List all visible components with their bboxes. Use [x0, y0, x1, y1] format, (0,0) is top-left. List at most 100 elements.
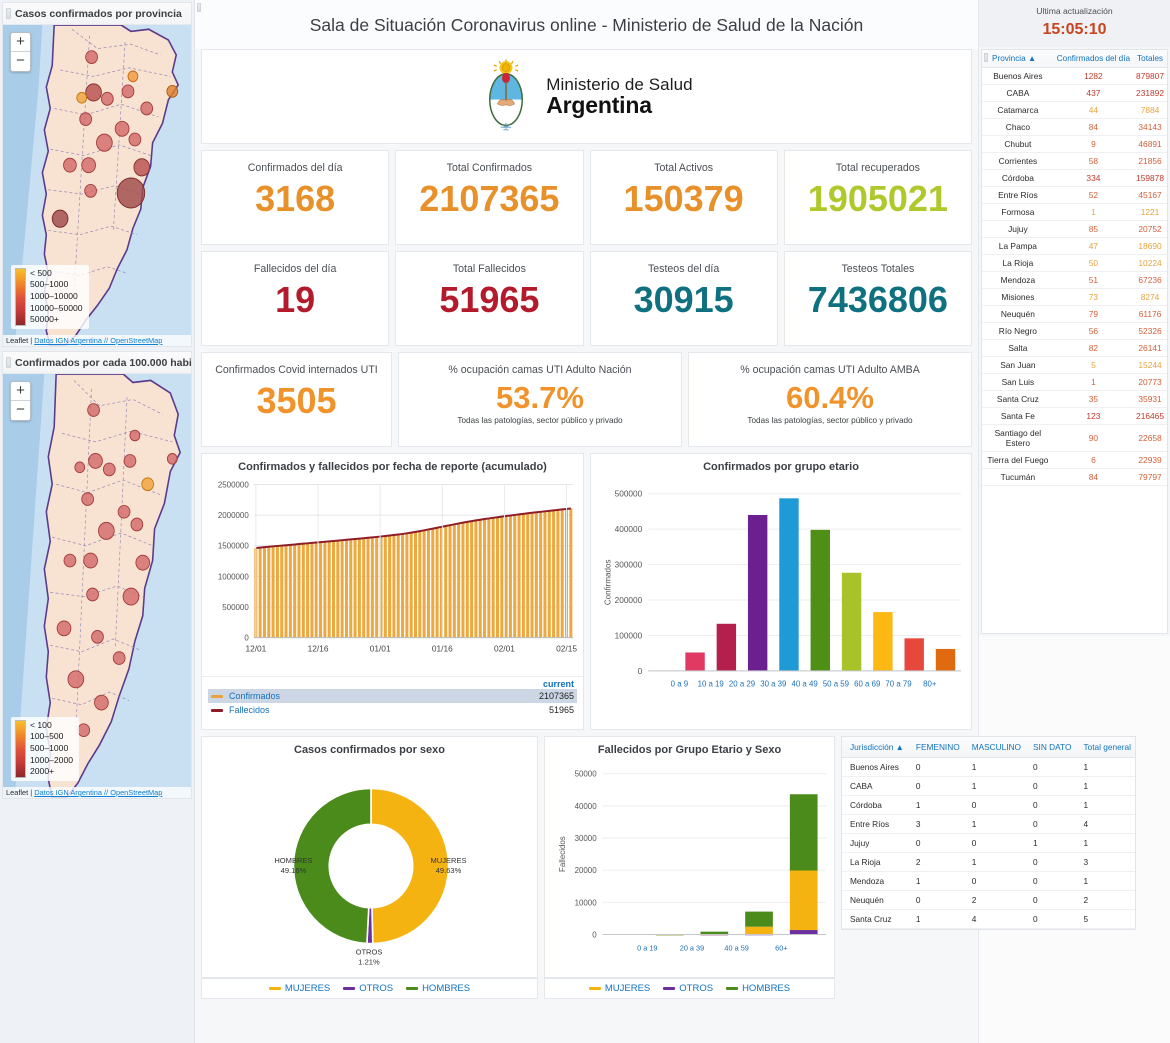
- legend-swatch: [268, 987, 281, 990]
- table-row[interactable]: Santa Fe 123 216465: [982, 407, 1167, 425]
- zoom-out-icon[interactable]: −: [11, 401, 30, 420]
- table-row[interactable]: Río Negro 56 52326: [982, 322, 1167, 340]
- table-row[interactable]: Mendoza 51 67236: [982, 271, 1167, 289]
- legend-item-mujeres[interactable]: MUJERES: [588, 983, 650, 994]
- table-row[interactable]: Buenos Aires 1282 879807: [982, 67, 1167, 85]
- cell-total: 4: [1075, 814, 1135, 834]
- table-row[interactable]: Salta 82 26141: [982, 339, 1167, 357]
- stacked-bar-chart-fallecidos: 0 10000 20000 30000 40000 50000 0 a 19 20 a 39 4…: [558, 770, 827, 952]
- table-row[interactable]: Neuquén 0 2 0 2: [842, 890, 1135, 910]
- attribution-link[interactable]: Datos IGN Argentina // OpenStreetMap: [34, 788, 162, 797]
- kpi-testeos-del-dia[interactable]: Testeos del día 30915: [589, 251, 778, 346]
- chart-body-casos-por-sexo[interactable]: MUJERES 49.63% HOMBRES 49.16% OTROS 1.21%: [202, 759, 537, 977]
- legend-item-hombres[interactable]: HOMBRES: [726, 983, 790, 994]
- chart-body-fallecidos-etario[interactable]: 0 10000 20000 30000 40000 50000 0 a 19 20 a 39 4…: [545, 759, 834, 977]
- table-row[interactable]: Córdoba 334 159878: [982, 169, 1167, 187]
- kpi-total-fallecidos[interactable]: Total Fallecidos 51965: [395, 251, 584, 346]
- cell-confirmados-dia: 51: [1053, 271, 1134, 289]
- svg-text:1.21%: 1.21%: [358, 957, 380, 966]
- cell-provincia: Salta: [982, 339, 1054, 357]
- table-row[interactable]: Neuquén 79 61176: [982, 305, 1167, 323]
- zoom-in-icon[interactable]: +: [11, 33, 30, 52]
- zoom-in-icon[interactable]: +: [11, 382, 30, 401]
- column-grip-icon[interactable]: [984, 53, 988, 62]
- attribution-link[interactable]: Datos IGN Argentina // OpenStreetMap: [34, 336, 162, 345]
- kpi-uti-ocupacion-amba[interactable]: % ocupación camas UTI Adulto AMBA 60.4% …: [688, 352, 972, 447]
- kpi-total-activos[interactable]: Total Activos 150379: [589, 150, 778, 245]
- kpi-confirmados-del-dia[interactable]: Confirmados del día 3168: [201, 150, 390, 245]
- table-row[interactable]: Mendoza 1 0 0 1: [842, 871, 1135, 891]
- chart-body-grupo-etario[interactable]: 0 100000 200000 300000 400000 500000 0 a 9 10 a…: [591, 476, 971, 729]
- table-row[interactable]: Entre Ríos 3 1 0 4: [842, 814, 1135, 834]
- table-row[interactable]: CABA 0 1 0 1: [842, 776, 1135, 796]
- col-sin-dato[interactable]: SIN DATO: [1025, 737, 1076, 758]
- map-title-1-text: Casos confirmados por provincia: [15, 8, 182, 20]
- table-row[interactable]: La Rioja 2 1 0 3: [842, 852, 1135, 872]
- cell-femenino: 3: [907, 814, 964, 834]
- cell-confirmados-dia: 1: [1053, 203, 1134, 221]
- table-row[interactable]: Buenos Aires 0 1 0 1: [842, 757, 1135, 777]
- map-canvas-2[interactable]: + − < 100 100–500 500–1000 1000–2000 200…: [3, 374, 191, 798]
- table-row[interactable]: Jujuy 85 20752: [982, 220, 1167, 238]
- svg-text:49.16%: 49.16%: [281, 866, 307, 875]
- table-row[interactable]: Formosa 1 1221: [982, 203, 1167, 221]
- col-masculino[interactable]: MASCULINO: [963, 737, 1026, 758]
- panel-grip-icon[interactable]: [6, 357, 11, 368]
- legend-item-otros[interactable]: OTROS: [663, 983, 713, 994]
- table-row[interactable]: Chaco 84 34143: [982, 118, 1167, 136]
- table-row[interactable]: Santa Cruz 1 4 0 5: [842, 909, 1135, 929]
- table-row[interactable]: Tierra del Fuego 6 22939: [982, 451, 1167, 469]
- chart-body-acumulado[interactable]: 0 500000 1000000 1500000 2000000 2500000 12/01…: [202, 476, 583, 676]
- legend-item-mujeres[interactable]: MUJERES: [268, 983, 330, 994]
- col-jurisdiccion[interactable]: Jurisdicción ▲: [197, 3, 908, 758]
- kpi-total-confirmados[interactable]: Total Confirmados 2107365: [395, 150, 584, 245]
- column-grip-icon[interactable]: [197, 3, 201, 12]
- map-panel-confirmados-100mil: Confirmados por cada 100.000 habit... + …: [2, 351, 192, 799]
- series-color-swatch: [211, 708, 223, 712]
- table-row[interactable]: La Pampa 47 18690: [982, 237, 1167, 255]
- series-current-value: 2107365: [538, 691, 574, 701]
- cell-masculino: 1: [963, 757, 1026, 777]
- panel-grip-icon[interactable]: [6, 8, 11, 19]
- table-row[interactable]: San Luis 1 20773: [982, 373, 1167, 391]
- kpi-total-recuperados[interactable]: Total recuperados 1905021: [783, 150, 972, 245]
- col-provincia[interactable]: Provincia ▲: [982, 50, 1054, 68]
- table-row[interactable]: CABA 437 231892: [982, 84, 1167, 102]
- kpi-uti-internados[interactable]: Confirmados Covid internados UTI 3505: [201, 352, 392, 447]
- col-total-general[interactable]: Total general: [1075, 737, 1135, 758]
- cell-masculino: 1: [963, 852, 1026, 872]
- table-row[interactable]: Corrientes 58 21856: [982, 152, 1167, 170]
- table-row[interactable]: San Juan 5 15244: [982, 356, 1167, 374]
- map-canvas-1[interactable]: + − < 500 500–1000 1000–10000 10000–5000…: [3, 25, 191, 346]
- col-confirmados-dia[interactable]: Confirmados del día: [1053, 50, 1134, 68]
- col-totales[interactable]: Totales: [1133, 50, 1167, 68]
- table-row[interactable]: Misiones 73 8274: [982, 288, 1167, 306]
- chart-panel-acumulado: Confirmados y fallecidos por fecha de re…: [201, 453, 584, 730]
- table-row[interactable]: La Rioja 50 10224: [982, 254, 1167, 272]
- legend-item-hombres[interactable]: HOMBRES: [406, 983, 470, 994]
- kpi-uti-ocupacion-nacion[interactable]: % ocupación camas UTI Adulto Nación 53.7…: [398, 352, 682, 447]
- table-row[interactable]: Chubut 9 46891: [982, 135, 1167, 153]
- table-row[interactable]: Córdoba 1 0 0 1: [842, 795, 1135, 815]
- map-zoom-controls-1[interactable]: + −: [10, 32, 31, 72]
- map-title-2-text: Confirmados por cada 100.000 habit...: [15, 357, 191, 369]
- table-row[interactable]: Tucumán 84 79797: [982, 468, 1167, 486]
- table-row[interactable]: Santiago del Estero 90 22658: [982, 424, 1167, 452]
- province-table-panel[interactable]: Provincia ▲ Confirmados del día Totales …: [981, 49, 1168, 634]
- table-row[interactable]: Jujuy 0 0 1 1: [842, 833, 1135, 853]
- cell-femenino: 1: [907, 909, 964, 929]
- svg-text:100000: 100000: [615, 631, 643, 640]
- series-row-fallecidos[interactable]: Fallecidos 51965: [208, 703, 577, 717]
- kpi-testeos-totales[interactable]: Testeos Totales 7436806: [783, 251, 972, 346]
- svg-text:20000: 20000: [575, 866, 598, 875]
- col-femenino[interactable]: FEMENINO: [907, 737, 964, 758]
- legend-item-otros[interactable]: OTROS: [343, 983, 393, 994]
- table-row[interactable]: Entre Ríos 52 45167: [982, 186, 1167, 204]
- table-row[interactable]: Catamarca 44 7884: [982, 101, 1167, 119]
- svg-text:1000000: 1000000: [218, 572, 249, 581]
- table-row[interactable]: Santa Cruz 35 35931: [982, 390, 1167, 408]
- series-row-confirmados[interactable]: Confirmados 2107365: [208, 689, 577, 703]
- kpi-fallecidos-del-dia[interactable]: Fallecidos del día 19: [201, 251, 390, 346]
- map-zoom-controls-2[interactable]: + −: [10, 381, 31, 421]
- zoom-out-icon[interactable]: −: [11, 52, 30, 71]
